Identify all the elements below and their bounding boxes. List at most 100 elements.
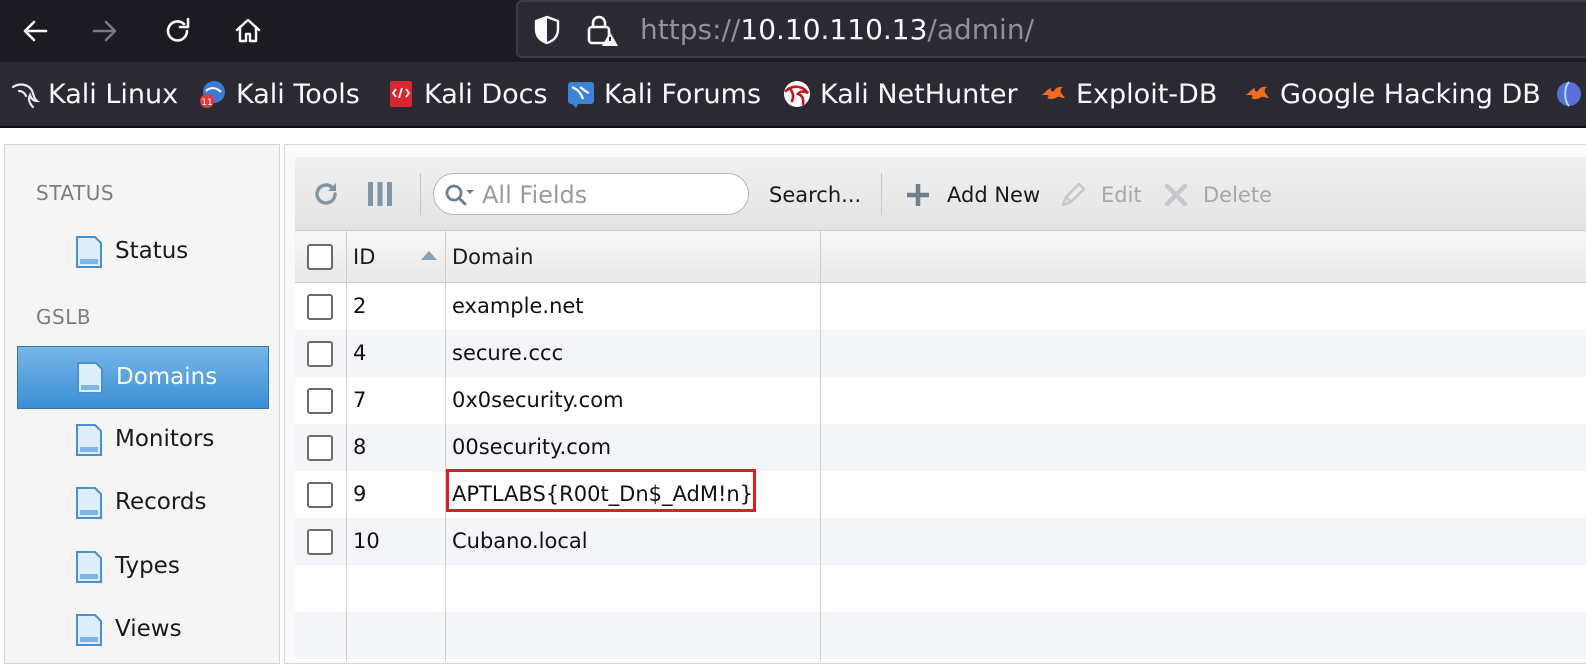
url-path: /admin/ [927,13,1035,46]
pencil-icon[interactable] [1059,179,1089,209]
cell-id: 2 [353,294,367,318]
document-icon [76,487,102,519]
bookmark-overflow[interactable] [1554,76,1586,112]
home-icon [235,18,261,43]
bookmark-kali-tools[interactable]: 11 Kali Tools [198,76,360,112]
admin-page: STATUS Status GSLB Domains Monitors Reco… [0,128,1586,664]
row-checkbox[interactable] [307,388,333,414]
grid-header: ID Domain [295,231,1586,283]
add-new-button[interactable]: Add New [947,181,1040,209]
table-row[interactable]: 7 0x0security.com [295,377,1586,424]
table-row[interactable]: 10 Cubano.local [295,518,1586,565]
url-scheme: https:// [640,13,741,46]
kali-forums-icon [568,82,594,108]
row-checkbox[interactable] [307,294,333,320]
google-hacking-db-icon [1245,86,1269,100]
sidebar-section-gslb: GSLB [36,305,92,329]
column-header-id[interactable]: ID [353,243,375,271]
bookmark-label: Kali Tools [236,78,360,110]
svg-text:11: 11 [201,98,212,108]
table-row[interactable]: 9 APTLABS{R00t_Dn$_AdM!n} [295,469,1586,518]
url-host: 10.10.110.13 [740,13,928,46]
cell-domain: example.net [452,294,584,318]
domains-panel: Search... Add New Edit Delete ID Domain … [284,144,1586,664]
sidebar-item-status[interactable]: Status [17,221,269,281]
toolbar-separator [881,173,882,215]
column-divider [820,231,821,661]
sidebar-item-label: Records [115,489,207,515]
table-row[interactable]: 8 00security.com [295,424,1586,471]
kali-tools-icon: 11 [200,81,225,108]
kali-docs-icon [390,81,412,107]
cell-id: 4 [353,341,367,365]
bookmark-kali-forums[interactable]: Kali Forums [566,76,761,112]
document-icon [76,614,102,646]
table-row[interactable]: 2 example.net [295,283,1586,330]
table-row[interactable]: 4 secure.ccc [295,330,1586,377]
address-bar[interactable]: https://10.10.110.13/admin/ [516,0,1586,58]
sidebar-item-records[interactable]: Records [17,472,269,532]
bookmark-label: Kali Docs [424,78,548,110]
delete-button[interactable]: Delete [1203,181,1272,209]
search-input[interactable] [480,178,740,212]
cell-id: 9 [353,482,367,506]
forward-button[interactable] [82,8,128,54]
browser-navbar: https://10.10.110.13/admin/ [0,0,1586,62]
cell-id: 10 [353,529,380,553]
document-icon [76,236,102,268]
grid-toolbar: Search... Add New Edit Delete [295,157,1586,231]
sidebar-item-label: Domains [116,364,218,390]
columns-icon[interactable] [365,179,395,209]
sidebar-item-domains[interactable]: Domains [17,346,269,409]
row-checkbox[interactable] [307,435,333,461]
url-text[interactable]: https://10.10.110.13/admin/ [640,12,1034,48]
sort-ascending-icon [421,251,437,260]
lock-warning-icon[interactable] [584,12,620,48]
select-all-checkbox[interactable] [307,244,333,270]
column-divider [445,231,446,661]
sidebar-item-types[interactable]: Types [17,536,269,596]
bookmark-label: Kali Forums [604,78,762,110]
sidebar-item-label: Status [115,238,189,264]
column-header-domain[interactable]: Domain [452,243,534,271]
sidebar: STATUS Status GSLB Domains Monitors Reco… [4,144,280,664]
bookmark-label: Kali NetHunter [820,78,1018,110]
row-checkbox[interactable] [307,341,333,367]
document-icon [76,424,102,456]
empty-row [295,612,1586,659]
sidebar-item-label: Monitors [115,426,215,452]
back-button[interactable] [12,8,58,54]
refresh-icon[interactable] [311,179,341,209]
sidebar-item-views[interactable]: Views [17,599,269,659]
delete-x-icon[interactable] [1163,182,1189,208]
kali-dragon-icon [11,83,40,109]
domains-grid: ID Domain 2 example.net 4 secure.ccc 7 0… [295,231,1586,661]
bookmark-label: Exploit-DB [1076,78,1218,110]
plus-icon[interactable] [905,182,931,208]
row-checkbox[interactable] [307,482,333,508]
shield-icon[interactable] [532,14,562,46]
edit-button[interactable]: Edit [1101,181,1142,209]
cell-domain: secure.ccc [452,341,564,365]
cell-domain: APTLABS{R00t_Dn$_AdM!n} [452,482,754,506]
cell-domain: Cubano.local [452,529,588,553]
bookmark-kali-docs[interactable]: Kali Docs [386,76,548,112]
document-icon [76,551,102,583]
globe-icon [1557,81,1581,107]
bookmark-exploit-db[interactable]: Exploit-DB [1038,76,1217,112]
arrow-left-icon [23,20,48,42]
cell-id: 8 [353,435,367,459]
empty-row [295,565,1586,612]
sidebar-item-monitors[interactable]: Monitors [17,409,269,469]
row-checkbox[interactable] [307,529,333,555]
reload-button[interactable] [155,8,201,54]
bookmark-google-hacking-db[interactable]: Google Hacking DB [1242,76,1541,112]
search-field[interactable] [433,173,749,215]
bookmark-kali-nethunter[interactable]: Kali NetHunter [782,76,1018,112]
kali-nethunter-icon [784,81,810,107]
sidebar-item-label: Views [115,616,182,642]
bookmark-kali-linux[interactable]: Kali Linux [10,76,178,112]
home-button[interactable] [225,8,271,54]
bookmark-label: Google Hacking DB [1280,78,1541,110]
search-button[interactable]: Search... [769,181,861,209]
